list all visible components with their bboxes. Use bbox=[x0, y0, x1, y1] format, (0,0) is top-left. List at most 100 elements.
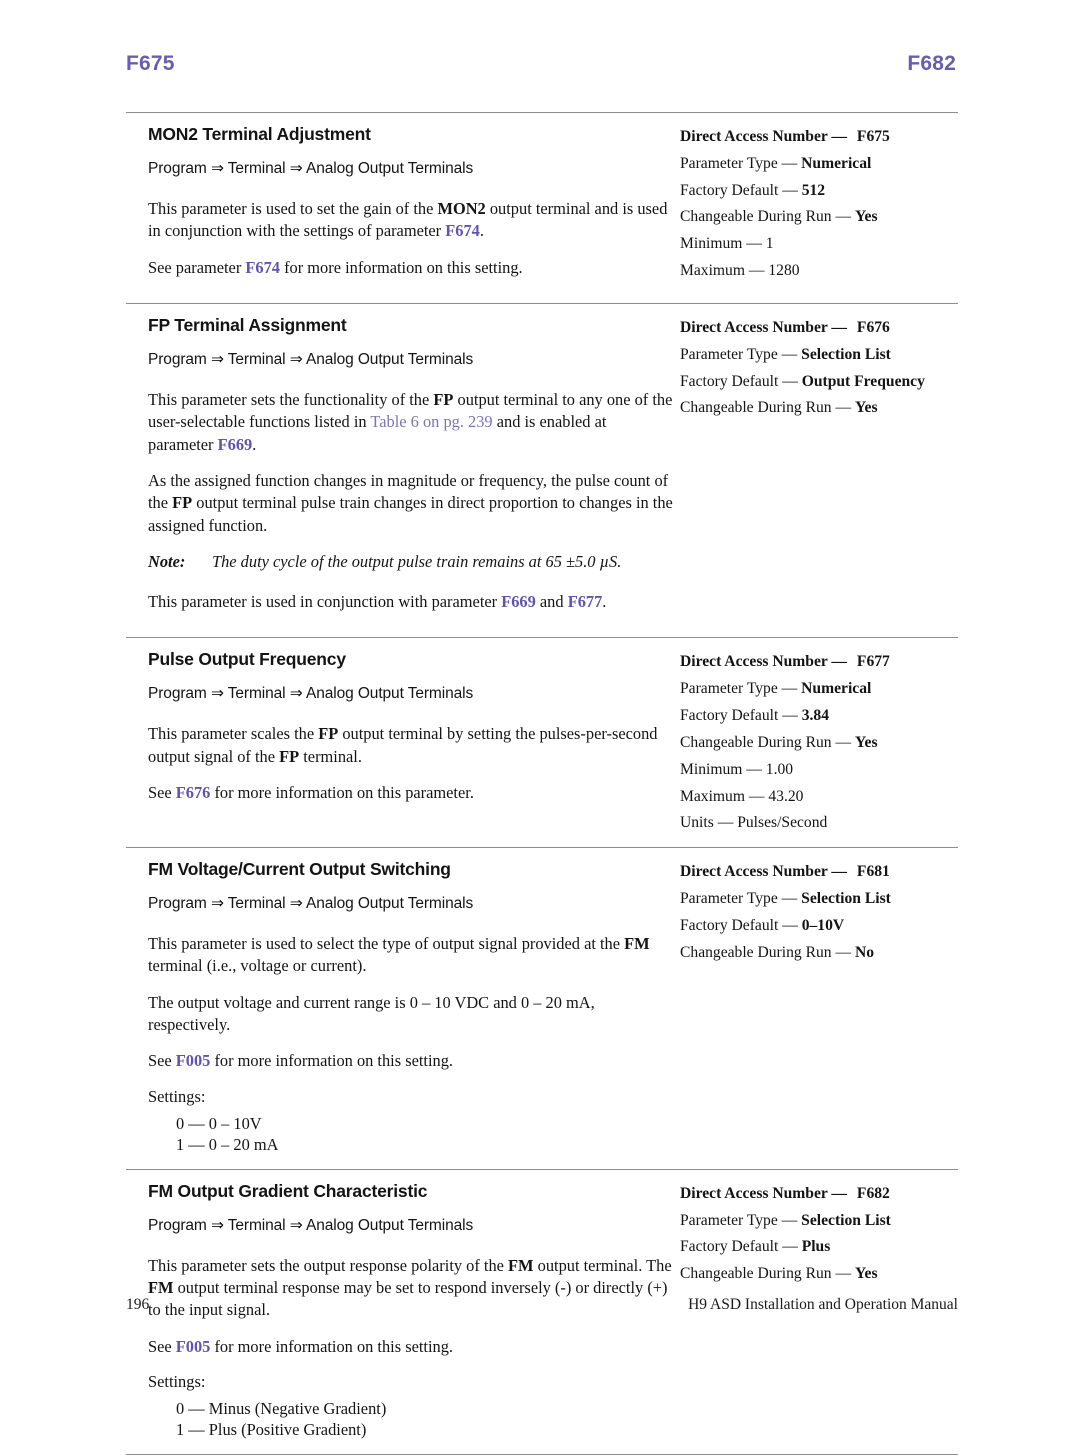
parameter-spec-row: Maximum — 43.20 bbox=[680, 784, 958, 811]
parameter-spec-label: Parameter Type — bbox=[680, 680, 798, 698]
parameter-spec-label: Parameter Type — bbox=[680, 889, 798, 907]
parameter-spec-value: 43.20 bbox=[768, 787, 804, 805]
running-head-right: F682 bbox=[907, 52, 956, 75]
text-run: terminal (i.e., voltage or current). bbox=[148, 956, 367, 976]
cross-reference-link[interactable]: F669 bbox=[218, 435, 253, 454]
parameter-spec-label: Minimum — bbox=[680, 760, 762, 778]
parameter-spec-row: Factory Default — Plus bbox=[680, 1234, 958, 1261]
text-run: This parameter scales the bbox=[148, 724, 319, 744]
settings-list: 0 — 0 – 10V 1 — 0 – 20 mA bbox=[126, 1113, 674, 1155]
section-description-column: FM Voltage/Current Output Switching Progr… bbox=[126, 859, 674, 1159]
paragraph: See parameter F674 for more information … bbox=[148, 257, 674, 279]
parameter-spec-row: Direct Access Number — F681 bbox=[680, 859, 958, 886]
parameter-spec-label: Factory Default — bbox=[680, 372, 798, 390]
parameter-spec-value: No bbox=[854, 943, 875, 961]
parameter-spec-row: Factory Default — 3.84 bbox=[680, 703, 958, 730]
text-run: MON2 bbox=[437, 199, 486, 218]
cross-reference-link[interactable]: Table 6 on pg. 239 bbox=[370, 412, 492, 431]
parameter-spec-row: Minimum — 1.00 bbox=[680, 757, 958, 784]
parameter-spec-value: Selection List bbox=[801, 1211, 891, 1229]
parameter-spec-row: Minimum — 1 bbox=[680, 231, 958, 258]
settings-list-item: 0 — 0 – 10V bbox=[176, 1113, 262, 1133]
parameter-spec-value: Numerical bbox=[801, 154, 872, 172]
parameter-section: FP Terminal Assignment Program ⇒ Terminal… bbox=[126, 304, 958, 638]
cross-reference-link[interactable]: F677 bbox=[568, 592, 603, 611]
paragraph: The output voltage and current range is … bbox=[148, 992, 674, 1037]
parameter-spec-value: 3.84 bbox=[801, 707, 829, 725]
section-description-column: FP Terminal Assignment Program ⇒ Terminal… bbox=[126, 315, 674, 628]
cross-reference-link[interactable]: F669 bbox=[501, 592, 536, 611]
running-head: F675 F682 bbox=[126, 52, 956, 76]
note-text: The duty cycle of the output pulse train… bbox=[212, 551, 622, 571]
text-run: for more information on this setting. bbox=[280, 257, 523, 277]
paragraph: As the assigned function changes in magn… bbox=[148, 470, 674, 537]
text-run: FM bbox=[148, 1278, 174, 1297]
cross-reference-link[interactable]: F005 bbox=[176, 1337, 211, 1356]
manual-page: F675 F682 MON2 Terminal Adjustment Progra… bbox=[0, 0, 1080, 1455]
cross-reference-link[interactable]: F005 bbox=[176, 1051, 211, 1070]
parameter-spec-row: Parameter Type — Numerical bbox=[680, 676, 958, 703]
parameter-spec-row: Factory Default — 512 bbox=[680, 178, 958, 205]
cross-reference-link[interactable]: F676 bbox=[176, 783, 211, 802]
parameter-spec-list: Direct Access Number — F675 Parameter Typ… bbox=[680, 124, 958, 285]
parameter-spec-label: Changeable During Run — bbox=[680, 1265, 852, 1283]
parameter-spec-column: Direct Access Number — F677 Parameter Typ… bbox=[674, 649, 958, 837]
text-run: for more information on this parameter. bbox=[210, 783, 474, 803]
text-run: FM bbox=[624, 934, 650, 954]
parameter-spec-value: F676 bbox=[856, 318, 890, 336]
parameter-spec-label: Maximum — bbox=[680, 787, 765, 805]
parameter-spec-value: Yes bbox=[854, 399, 878, 417]
text-run: This parameter sets the functionality of… bbox=[148, 389, 434, 409]
menu-navigation-path: Program ⇒ Terminal ⇒ Analog Output Termi… bbox=[148, 350, 474, 368]
running-head-left: F675 bbox=[126, 52, 175, 75]
parameter-spec-value: Yes bbox=[854, 733, 878, 751]
footer-page-number: 196 bbox=[126, 1296, 150, 1313]
paragraph: This parameter is used in conjunction wi… bbox=[148, 591, 674, 613]
parameter-spec-row: Maximum — 1280 bbox=[680, 258, 958, 285]
text-run: FP bbox=[279, 746, 300, 766]
menu-navigation-path: Program ⇒ Terminal ⇒ Analog Output Termi… bbox=[148, 685, 474, 703]
parameter-spec-label: Changeable During Run — bbox=[680, 943, 852, 961]
parameter-spec-row: Parameter Type — Numerical bbox=[680, 151, 958, 178]
parameter-spec-value: Numerical bbox=[801, 680, 872, 698]
parameter-spec-label: Maximum — bbox=[680, 262, 765, 280]
parameter-spec-label: Factory Default — bbox=[680, 181, 798, 199]
paragraph: See F005 for more information on this se… bbox=[148, 1336, 674, 1358]
text-run: See bbox=[148, 1336, 176, 1356]
parameter-spec-row: Changeable During Run — Yes bbox=[680, 1261, 958, 1288]
menu-navigation-path: Program ⇒ Terminal ⇒ Analog Output Termi… bbox=[148, 895, 474, 913]
parameter-spec-row: Factory Default — Output Frequency bbox=[680, 369, 958, 396]
parameter-spec-label: Parameter Type — bbox=[680, 345, 798, 363]
text-run: for more information on this setting. bbox=[210, 1051, 454, 1071]
parameter-spec-label: Direct Access Number — bbox=[680, 863, 848, 881]
text-run: The output voltage and current range is … bbox=[148, 992, 595, 1035]
parameter-spec-row: Parameter Type — Selection List bbox=[680, 1208, 958, 1235]
parameter-spec-column: Direct Access Number — F676 Parameter Typ… bbox=[674, 315, 958, 422]
text-run: This parameter is used in conjunction wi… bbox=[148, 592, 502, 612]
text-run: terminal. bbox=[299, 746, 362, 766]
parameter-spec-label: Minimum — bbox=[680, 235, 762, 253]
parameter-spec-row: Direct Access Number — F677 bbox=[680, 649, 958, 676]
settings-list-item: 0 — Minus (Negative Gradient) bbox=[176, 1398, 387, 1418]
cross-reference-link[interactable]: F674 bbox=[445, 221, 480, 240]
parameter-spec-value: Pulses/Second bbox=[737, 814, 828, 832]
parameter-spec-label: Direct Access Number — bbox=[680, 1184, 848, 1202]
text-run: . bbox=[602, 592, 607, 612]
parameter-spec-label: Parameter Type — bbox=[680, 1211, 798, 1229]
parameter-spec-label: Changeable During Run — bbox=[680, 733, 852, 751]
parameter-section: MON2 Terminal Adjustment Program ⇒ Termin… bbox=[126, 113, 958, 303]
parameter-spec-value: Selection List bbox=[801, 345, 891, 363]
parameter-section: Pulse Output Frequency Program ⇒ Terminal… bbox=[126, 638, 958, 847]
parameter-spec-value: F682 bbox=[856, 1184, 890, 1202]
parameter-spec-value: Yes bbox=[854, 1265, 878, 1283]
section-title: FP Terminal Assignment bbox=[148, 314, 347, 335]
page-content: MON2 Terminal Adjustment Program ⇒ Termin… bbox=[126, 112, 958, 1455]
parameter-spec-label: Factory Default — bbox=[680, 916, 798, 934]
parameter-spec-value: 1.00 bbox=[765, 760, 794, 778]
parameter-spec-value: Plus bbox=[801, 1238, 831, 1256]
cross-reference-link[interactable]: F674 bbox=[245, 258, 280, 277]
parameter-spec-label: Direct Access Number — bbox=[680, 128, 848, 145]
parameter-spec-column: Direct Access Number — F682 Parameter Typ… bbox=[674, 1181, 958, 1288]
settings-label: Settings: bbox=[148, 1086, 206, 1106]
parameter-spec-value: Selection List bbox=[801, 889, 891, 907]
